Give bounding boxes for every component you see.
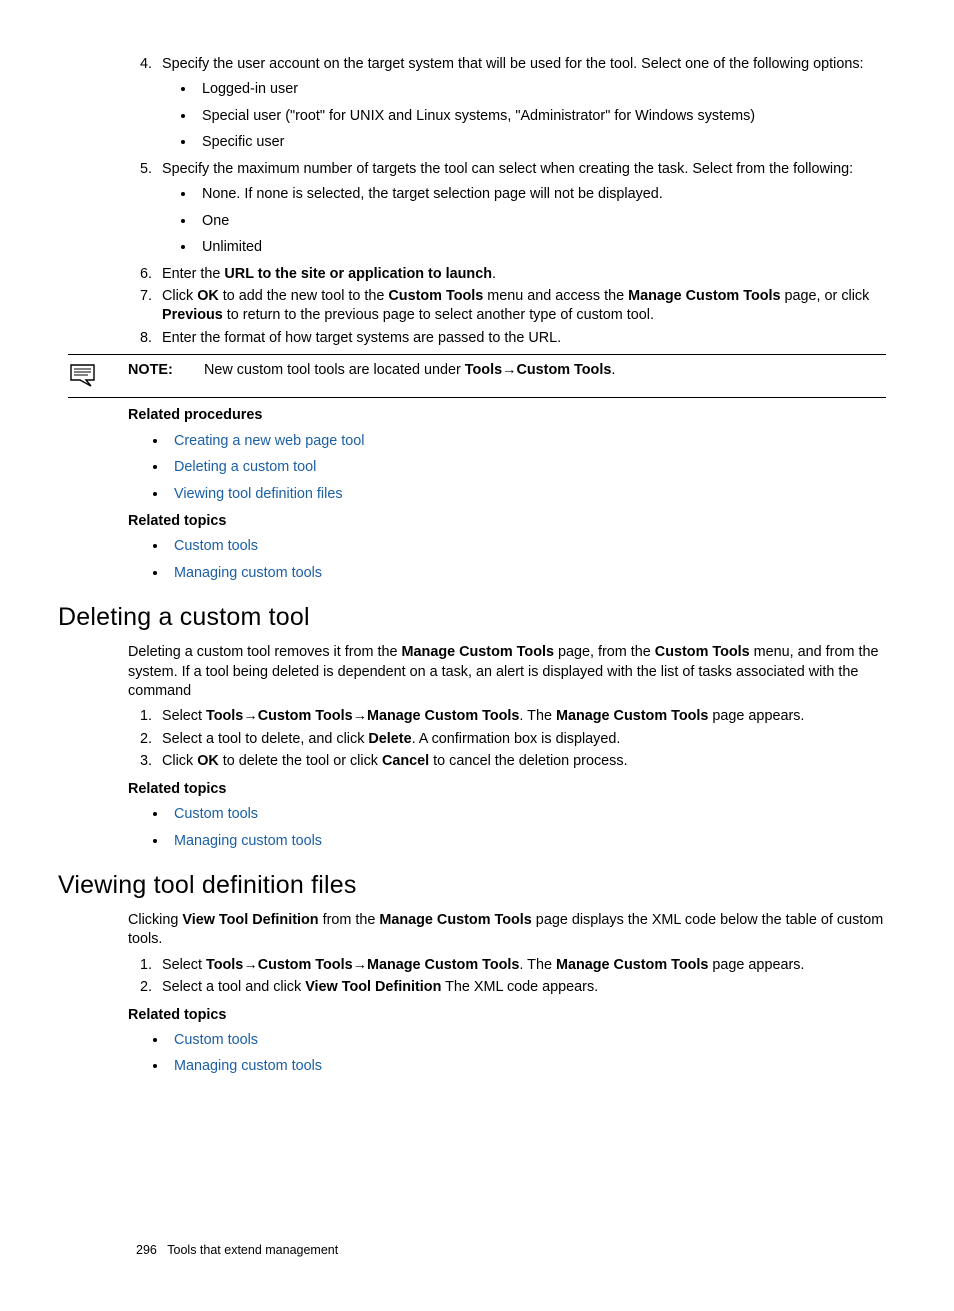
list-item: Managing custom tools <box>168 564 886 583</box>
step-5: Specify the maximum number of targets th… <box>156 160 886 258</box>
related-topics-heading-1: Related topics <box>128 512 886 531</box>
list-item: Logged-in user <box>196 80 886 99</box>
note-text: New custom tool tools are located under … <box>204 362 615 378</box>
step-6: Enter the URL to the site or application… <box>156 265 886 284</box>
viewing-step-2: Select a tool and click View Tool Defini… <box>156 978 886 997</box>
deleting-paragraph: Deleting a custom tool removes it from t… <box>128 643 886 701</box>
related-topics-list-1: Custom tools Managing custom tools <box>128 537 886 583</box>
list-item: One <box>196 212 886 231</box>
step-8: Enter the format of how target systems a… <box>156 329 886 348</box>
page-number: 296 <box>136 1243 157 1257</box>
link[interactable]: Custom tools <box>174 538 258 554</box>
related-procedures-heading: Related procedures <box>128 406 886 425</box>
heading-viewing: Viewing tool definition files <box>58 869 886 903</box>
page-footer: 296 Tools that extend management <box>136 1230 338 1271</box>
list-item: Managing custom tools <box>168 1057 886 1076</box>
link[interactable]: Viewing tool definition files <box>174 486 343 502</box>
note-body: NOTE: New custom tool tools are located … <box>128 361 886 380</box>
link[interactable]: Creating a new web page tool <box>174 433 364 449</box>
list-item: Custom tools <box>168 537 886 556</box>
link[interactable]: Custom tools <box>174 806 258 822</box>
viewing-paragraph: Clicking View Tool Definition from the M… <box>128 911 886 950</box>
step-7: Click OK to add the new tool to the Cust… <box>156 287 886 326</box>
link[interactable]: Managing custom tools <box>174 565 322 581</box>
viewing-steps: Select Tools→Custom Tools→Manage Custom … <box>128 956 886 998</box>
list-item: Custom tools <box>168 805 886 824</box>
related-topics-heading-3: Related topics <box>128 1006 886 1025</box>
list-item: Creating a new web page tool <box>168 432 886 451</box>
viewing-step-1: Select Tools→Custom Tools→Manage Custom … <box>156 956 886 975</box>
step-4: Specify the user account on the target s… <box>156 55 886 153</box>
list-item: Deleting a custom tool <box>168 458 886 477</box>
footer-title: Tools that extend management <box>167 1243 338 1257</box>
list-item: None. If none is selected, the target se… <box>196 185 886 204</box>
deleting-step-2: Select a tool to delete, and click Delet… <box>156 730 886 749</box>
list-item: Custom tools <box>168 1031 886 1050</box>
steps-4-8: Specify the user account on the target s… <box>128 55 886 348</box>
related-procedures-list: Creating a new web page tool Deleting a c… <box>128 432 886 504</box>
note-icon <box>68 361 128 391</box>
related-topics-list-2: Custom tools Managing custom tools <box>128 805 886 851</box>
list-item: Specific user <box>196 133 886 152</box>
link[interactable]: Deleting a custom tool <box>174 459 316 475</box>
link[interactable]: Managing custom tools <box>174 1058 322 1074</box>
link[interactable]: Managing custom tools <box>174 833 322 849</box>
related-topics-heading-2: Related topics <box>128 780 886 799</box>
deleting-step-3: Click OK to delete the tool or click Can… <box>156 752 886 771</box>
deleting-step-1: Select Tools→Custom Tools→Manage Custom … <box>156 707 886 726</box>
note-label: NOTE: <box>128 361 200 380</box>
link[interactable]: Custom tools <box>174 1032 258 1048</box>
deleting-steps: Select Tools→Custom Tools→Manage Custom … <box>128 707 886 771</box>
list-item: Viewing tool definition files <box>168 485 886 504</box>
list-item: Managing custom tools <box>168 832 886 851</box>
related-topics-list-3: Custom tools Managing custom tools <box>128 1031 886 1077</box>
heading-deleting: Deleting a custom tool <box>58 601 886 635</box>
note-block: NOTE: New custom tool tools are located … <box>68 354 886 398</box>
list-item: Unlimited <box>196 238 886 257</box>
list-item: Special user ("root" for UNIX and Linux … <box>196 107 886 126</box>
